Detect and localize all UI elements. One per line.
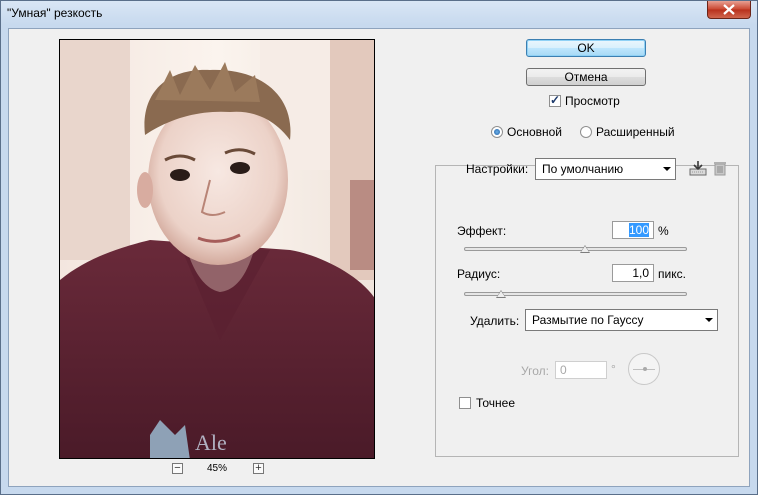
radius-unit: пикс. — [658, 267, 686, 281]
chevron-down-icon — [705, 318, 713, 322]
mode-basic-label: Основной — [507, 125, 563, 139]
settings-value: По умолчанию — [542, 162, 624, 176]
more-accurate-checkbox[interactable] — [459, 397, 471, 409]
dialog-content: Ale − 45% + OK Отмена Просмотр Основной … — [8, 28, 750, 487]
title-bar: "Умная" резкость — [1, 1, 757, 27]
radius-input[interactable]: 1,0 — [612, 264, 654, 282]
cancel-button[interactable]: Отмена — [526, 68, 646, 86]
svg-text:Ale: Ale — [195, 430, 227, 455]
more-accurate-label: Точнее — [476, 396, 516, 410]
amount-value: 100 — [628, 223, 649, 237]
ok-button[interactable]: OK — [526, 39, 646, 57]
preview-image[interactable]: Ale — [59, 39, 375, 459]
mode-advanced-radio[interactable] — [580, 126, 592, 138]
amount-label: Эффект: — [457, 224, 507, 238]
zoom-bar: − 45% + — [169, 462, 269, 476]
preview-checkbox[interactable] — [549, 93, 561, 107]
amount-input[interactable]: 100 — [612, 221, 654, 239]
amount-slider[interactable] — [464, 247, 687, 251]
zoom-in-button[interactable]: + — [253, 463, 264, 474]
amount-unit: % — [658, 224, 669, 238]
radius-slider-thumb[interactable] — [496, 290, 506, 298]
trash-icon — [714, 162, 726, 176]
angle-unit: ° — [611, 362, 616, 376]
close-button[interactable] — [707, 1, 751, 19]
window-title: "Умная" резкость — [7, 6, 103, 20]
close-icon — [723, 4, 735, 15]
remove-dropdown[interactable]: Размытие по Гауссу — [525, 309, 718, 331]
mode-basic-radio[interactable] — [491, 126, 503, 138]
preview-label: Просмотр — [565, 94, 620, 108]
remove-label: Удалить: — [470, 314, 520, 328]
zoom-level: 45% — [207, 463, 228, 474]
angle-dial[interactable] — [628, 353, 660, 385]
chevron-down-icon — [663, 167, 671, 171]
save-preset-button[interactable] — [689, 160, 707, 176]
zoom-out-button[interactable]: − — [172, 463, 183, 474]
amount-slider-thumb[interactable] — [580, 245, 590, 253]
radius-label: Радиус: — [457, 267, 501, 281]
preview-photo: Ale — [60, 40, 374, 458]
radius-value: 1,0 — [632, 266, 649, 280]
angle-value: 0 — [560, 363, 567, 377]
remove-value: Размытие по Гауссу — [532, 313, 644, 327]
settings-label: Настройки: — [466, 162, 529, 176]
delete-preset-button[interactable] — [712, 160, 730, 176]
dialog-window: "Умная" резкость Ale − 45% + OK Отмена ✓… — [0, 0, 758, 495]
mode-advanced-label: Расширенный — [596, 125, 675, 139]
settings-dropdown[interactable]: По умолчанию — [535, 158, 676, 180]
save-preset-icon — [689, 161, 707, 176]
angle-input[interactable]: 0 — [555, 361, 607, 379]
angle-label: Угол: — [521, 364, 549, 378]
